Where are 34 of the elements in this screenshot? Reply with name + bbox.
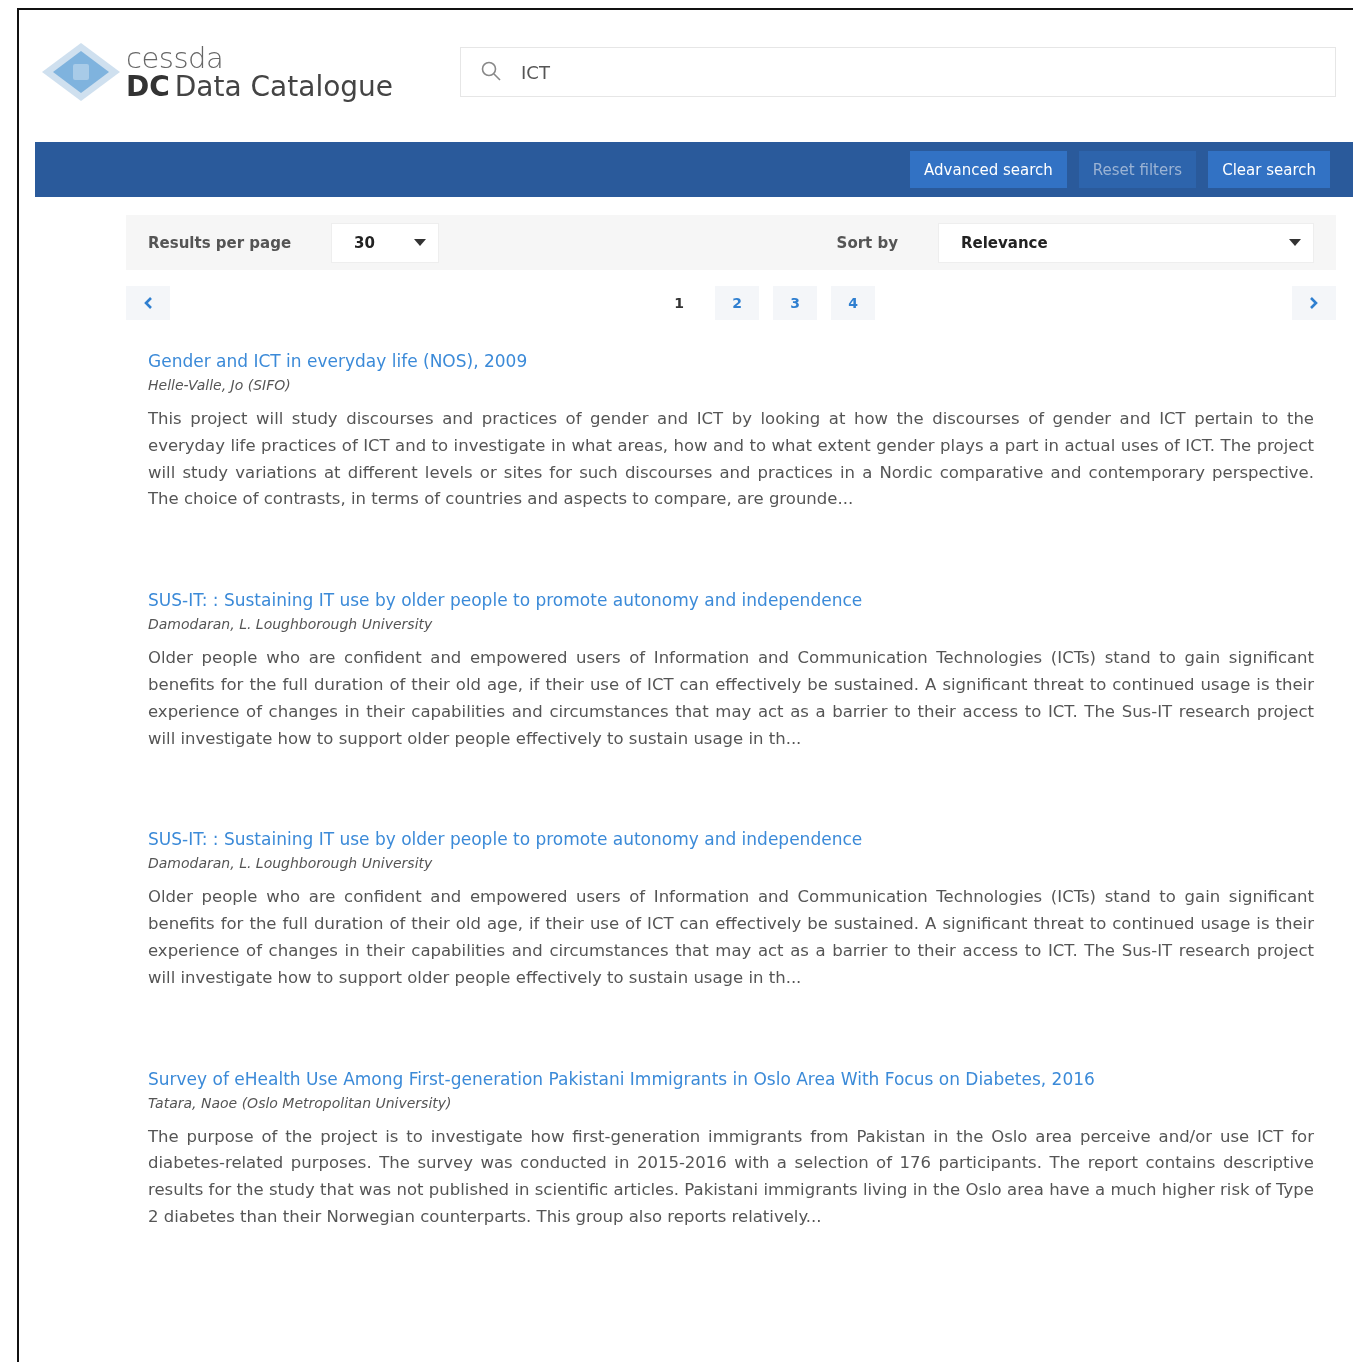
result-title-link[interactable]: SUS-IT: : Sustaining IT use by older people to promote autonomy and independence xyxy=(148,826,1314,853)
result-creator: Helle-Valle, Jo (SIFO) xyxy=(148,376,292,395)
result-title-link[interactable]: Gender and ICT in everyday life (NOS), 2009 xyxy=(148,348,1314,374)
sort-by-select[interactable]: Relevance xyxy=(938,222,1314,263)
result-creator: Tatara, Naoe (Oslo Metropolitan University) xyxy=(148,1093,453,1113)
toolbar-button[interactable]: Clear search xyxy=(1208,151,1330,188)
chevron-right-icon xyxy=(1308,296,1320,310)
results-per-page-label: Results per page xyxy=(148,233,292,252)
result-title-link[interactable]: Survey of eHealth Use Among First-generation Pakistani Immigrants in Oslo Area With Focus on Diabetes, 2016 xyxy=(148,1065,1314,1092)
next-page-button[interactable] xyxy=(1292,286,1336,320)
logo-wordmark: cessda xyxy=(126,43,225,73)
chevron-left-icon xyxy=(142,296,154,310)
result-creator: Damodaran, L. Loughborough University xyxy=(148,854,434,874)
sort-by-label: Sort by xyxy=(836,233,898,252)
toolbar-button[interactable]: Advanced search xyxy=(910,151,1067,188)
page-button[interactable]: 3 xyxy=(773,286,817,320)
caret-icon xyxy=(414,239,427,246)
search-icon xyxy=(480,60,502,82)
results-per-page-select[interactable]: 30 xyxy=(331,222,440,263)
logo-icon xyxy=(40,41,122,103)
page-button[interactable]: 4 xyxy=(831,286,875,320)
previous-page-button[interactable] xyxy=(126,286,170,320)
page-button[interactable]: 1 xyxy=(657,286,701,320)
result-abstract: The purpose of the project is to investigate how first-generation immigrants from Pakistan in the Oslo area perceive and/or use ICT for diabetes-related purposes. The survey was conducted in 2015-2016 with a selection of 176 participants. The report contains descriptive results for the study that was not published in scientific articles. Pakistani immigrants living in the Oslo area have a much higher risk of Type 2 diabetes than their Norwegian counterparts. This group also reports relatively... xyxy=(148,1125,1314,1228)
caret-icon xyxy=(1289,239,1301,246)
result-abstract: This project will study discourses and practices of gender and ICT by looking at how the discourses of gender and ICT pertain to the everyday life practices of ICT and to investigate in what areas, how and to what extent gender plays a part in actual uses of ICT. The project will study variations at different levels or sites for such discourses and practices in a Nordic comparative and contemporary perspective. The choice of contrasts, in terms of countries and aspects to compare, are grounde... xyxy=(148,408,1314,511)
result-abstract: Older people who are confident and empowered users of Information and Communication Technologies (ICTs) stand to gain significant benefits for the full duration of their old age, if their use of ICT can effectively be sustained. A significant threat to continued usage is their experience of changes in their capabilities and circumstances that may act as a barrier to their access to ICT. The Sus-IT research project will investigate how to support older people effectively to sustain usage in th... xyxy=(148,886,1314,989)
search-field[interactable]: ICT xyxy=(460,47,1336,97)
result-title-link[interactable]: SUS-IT: : Sustaining IT use by older people to promote autonomy and independence xyxy=(148,587,1314,614)
site-title: Data Catalogue xyxy=(174,72,394,101)
result-creator: Damodaran, L. Loughborough University xyxy=(148,615,434,635)
logo-initials: DC xyxy=(126,72,170,101)
result-abstract: Older people who are confident and empowered users of Information and Communication Technologies (ICTs) stand to gain significant benefits for the full duration of their old age, if their use of ICT can effectively be sustained. A significant threat to continued usage is their experience of changes in their capabilities and circumstances that may act as a barrier to their access to ICT. The Sus-IT research project will investigate how to support older people effectively to sustain usage in th... xyxy=(148,647,1314,750)
page-button[interactable]: 2 xyxy=(715,286,759,320)
